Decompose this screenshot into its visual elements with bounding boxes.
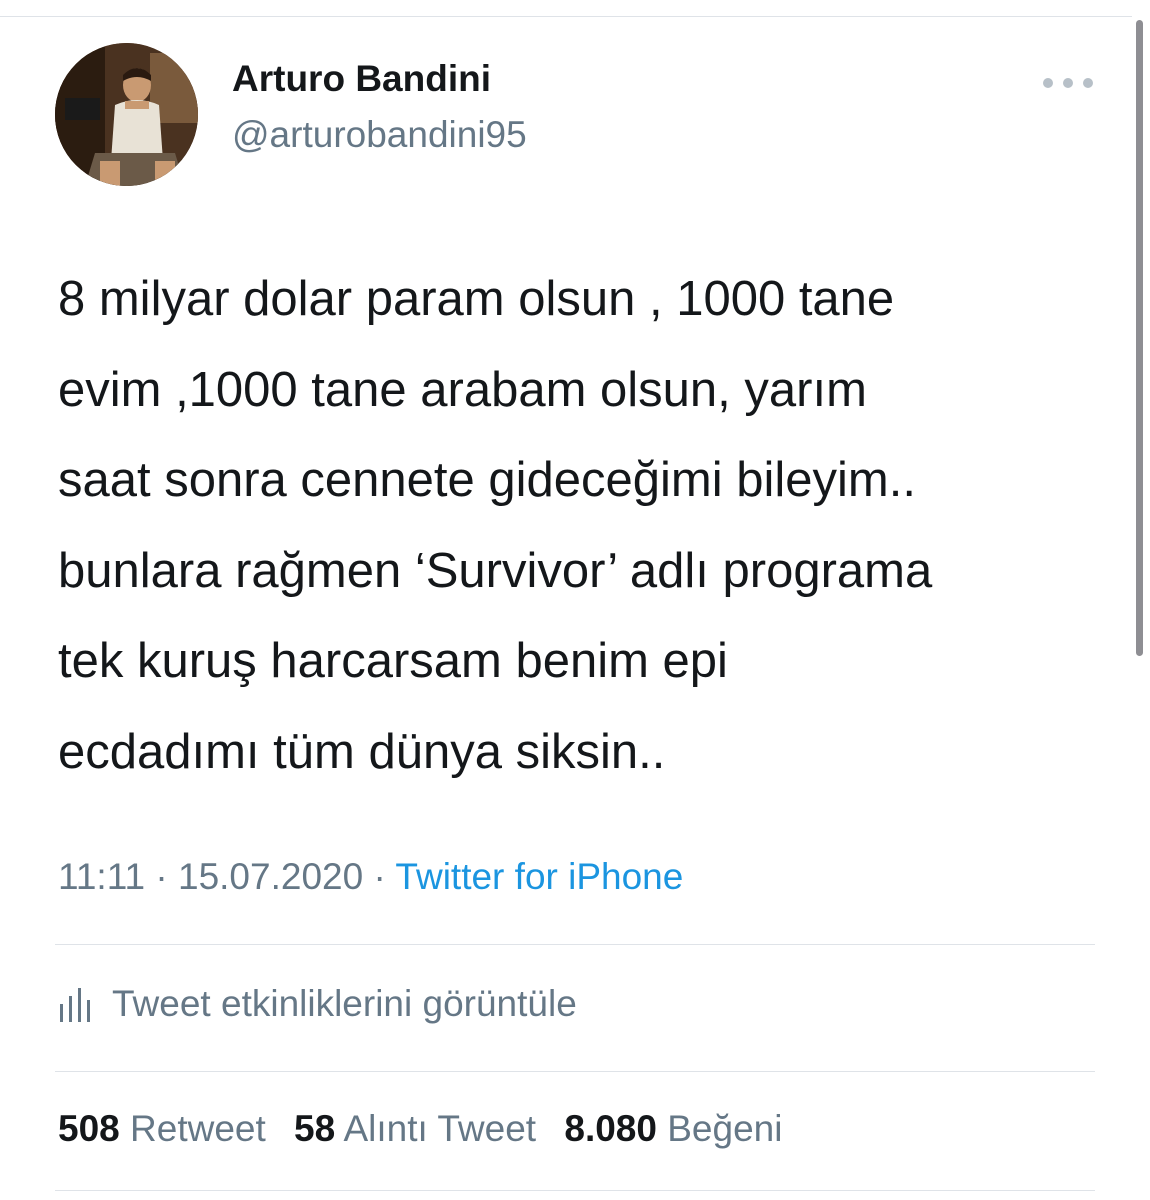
retweet-count[interactable]: 508 Retweet <box>58 1108 266 1150</box>
quote-tweet-count[interactable]: 58 Alıntı Tweet <box>294 1108 536 1150</box>
tweet-time: 11:11 <box>58 856 146 897</box>
meta-separator: · <box>373 856 386 897</box>
stat-count: 58 <box>294 1108 336 1149</box>
top-divider <box>0 16 1132 17</box>
tweet-meta: 11:11 · 15.07.2020 · Twitter for iPhone <box>58 856 683 898</box>
stat-label: Alıntı Tweet <box>343 1108 537 1149</box>
tweet-text: 8 milyar dolar param olsun , 1000 tane e… <box>58 272 933 779</box>
more-dot <box>1083 78 1093 88</box>
divider <box>55 1071 1095 1072</box>
tweet-detail-page: Arturo Bandini @arturobandini95 8 milyar… <box>0 0 1150 1200</box>
meta-separator: · <box>155 856 168 897</box>
tweet-date: 15.07.2020 <box>178 856 364 897</box>
more-horizontal-icon <box>1043 78 1053 88</box>
more-options-button[interactable] <box>1043 68 1093 98</box>
divider <box>55 944 1095 945</box>
tweet-stats: 508 Retweet 58 Alıntı Tweet 8.080 Beğeni <box>58 1108 800 1150</box>
avatar-photo <box>55 43 198 186</box>
avatar[interactable] <box>55 43 198 186</box>
tweet-activity-button[interactable]: Tweet etkinliklerini görüntüle <box>58 978 577 1030</box>
stat-count: 8.080 <box>564 1108 657 1149</box>
stat-label: Retweet <box>130 1108 266 1149</box>
divider <box>55 1190 1095 1191</box>
scrollbar-thumb[interactable] <box>1136 20 1143 656</box>
author-display-name[interactable]: Arturo Bandini <box>232 58 491 100</box>
like-count[interactable]: 8.080 Beğeni <box>564 1108 782 1150</box>
bar-chart-icon <box>60 988 90 1022</box>
author-handle[interactable]: @arturobandini95 <box>232 114 527 156</box>
stat-count: 508 <box>58 1108 120 1149</box>
more-dot <box>1063 78 1073 88</box>
stat-label: Beğeni <box>667 1108 783 1149</box>
tweet-activity-label: Tweet etkinliklerini görüntüle <box>112 983 577 1024</box>
tweet-source-link[interactable]: Twitter for iPhone <box>395 856 683 897</box>
